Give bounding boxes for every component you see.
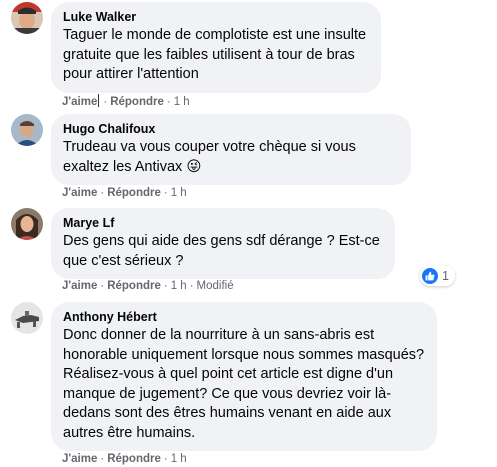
like-icon <box>422 268 438 284</box>
comment-bubble: Hugo Chalifoux Trudeau va vous couper vo… <box>51 114 411 185</box>
comment-actions: J'aime · Répondre · 1 h <box>62 94 190 108</box>
like-link[interactable]: J'aime <box>62 453 97 465</box>
text-cursor <box>98 94 100 107</box>
like-link[interactable]: J'aime <box>62 280 97 292</box>
avatar[interactable] <box>11 114 43 146</box>
timestamp[interactable]: 1 h <box>171 453 187 465</box>
profile-photo-icon <box>11 2 43 34</box>
avatar[interactable] <box>11 302 43 334</box>
profile-photo-icon <box>11 114 43 146</box>
comment-text: Taguer le monde de complotiste est une i… <box>63 27 367 82</box>
comment-author[interactable]: Hugo Chalifoux <box>63 121 399 137</box>
reply-link[interactable]: Répondre <box>107 280 161 292</box>
comment-text: Trudeau va vous couper votre chèque si v… <box>63 139 356 175</box>
reply-link[interactable]: Répondre <box>107 187 161 199</box>
profile-photo-icon <box>11 302 43 334</box>
like-link[interactable]: J'aime <box>62 94 100 108</box>
timestamp[interactable]: 1 h <box>171 280 187 292</box>
comment-author[interactable]: Anthony Hébert <box>63 309 425 325</box>
profile-photo-icon <box>11 208 43 240</box>
like-link[interactable]: J'aime <box>62 187 97 199</box>
comment-bubble: Luke Walker Taguer le monde de complotis… <box>51 2 381 93</box>
timestamp[interactable]: 1 h <box>174 96 190 108</box>
avatar[interactable] <box>11 2 43 34</box>
timestamp[interactable]: 1 h <box>171 187 187 199</box>
comment-author[interactable]: Marye Lf <box>63 215 383 231</box>
comment-actions: J'aime · Répondre · 1 h <box>62 453 187 465</box>
reaction-summary[interactable]: 1 <box>420 266 455 286</box>
comment-text: Donc donner de la nourriture à un sans-a… <box>63 327 425 441</box>
edited-label[interactable]: Modifié <box>197 280 234 292</box>
comment-text: Des gens qui aide des gens sdf dérange ?… <box>63 233 380 269</box>
reply-link[interactable]: Répondre <box>107 453 161 465</box>
comment-author[interactable]: Luke Walker <box>63 9 369 25</box>
winking-tongue-emoji: 😜 <box>186 158 202 175</box>
comment-actions: J'aime · Répondre · 1 h · Modifié <box>62 280 234 292</box>
avatar[interactable] <box>11 208 43 240</box>
comment-actions: J'aime · Répondre · 1 h <box>62 187 187 199</box>
reply-link[interactable]: Répondre <box>110 96 164 108</box>
comment-bubble: Marye Lf Des gens qui aide des gens sdf … <box>51 208 395 279</box>
reaction-count: 1 <box>442 269 449 283</box>
comment-bubble: Anthony Hébert Donc donner de la nourrit… <box>51 302 437 451</box>
